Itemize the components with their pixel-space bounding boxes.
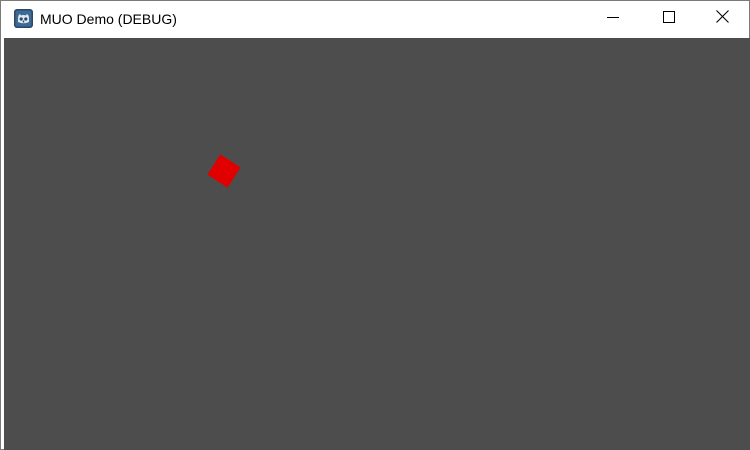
- game-viewport[interactable]: [4, 38, 750, 450]
- godot-engine-icon: [14, 9, 33, 28]
- maximize-button[interactable]: [641, 1, 697, 37]
- window-title: MUO Demo (DEBUG): [40, 11, 177, 27]
- player-square: [207, 154, 241, 188]
- close-button[interactable]: [694, 1, 750, 37]
- maximize-icon: [663, 10, 675, 28]
- close-icon: [715, 10, 729, 28]
- title-bar[interactable]: MUO Demo (DEBUG): [1, 1, 749, 37]
- minimize-button[interactable]: [585, 1, 641, 37]
- app-window: MUO Demo (DEBUG): [0, 0, 750, 450]
- minimize-icon: [607, 10, 619, 28]
